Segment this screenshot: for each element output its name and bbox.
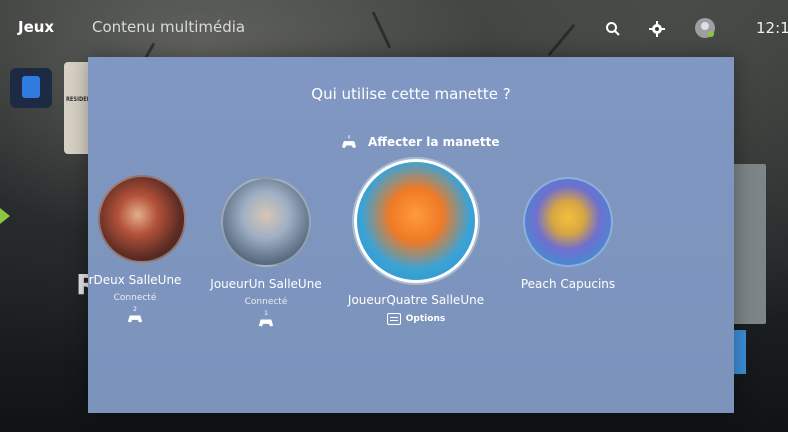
gear-icon[interactable] <box>648 20 666 38</box>
options-label: Options <box>405 314 446 324</box>
user-avatar <box>523 177 613 267</box>
assign-controller-row[interactable]: 4 Affecter la manette <box>340 131 500 153</box>
user-controller: 1 <box>206 310 326 333</box>
controller-icon <box>258 319 274 327</box>
user-card-selected[interactable]: JoueurQuatre SalleUne Options <box>346 159 486 329</box>
controller-user-dialog: Qui utilise cette manette ? 4 Affecter l… <box>88 57 734 413</box>
ps-store-tile[interactable] <box>10 68 52 108</box>
dialog-title: Qui utilise cette manette ? <box>311 85 511 103</box>
user-avatar <box>221 177 311 267</box>
user-card[interactable]: JoueurUn SalleUne Connecté 1 <box>206 177 326 333</box>
options-button[interactable]: Options <box>386 313 446 325</box>
user-card[interactable]: Peach Capucins <box>508 177 628 291</box>
controller-badge: 4 <box>348 135 351 141</box>
top-bar: Jeux Contenu multimédia 12:1 <box>0 0 788 58</box>
user-avatar <box>98 175 186 263</box>
user-name: JoueurQuatre SalleUne <box>347 293 485 307</box>
user-avatar <box>354 159 478 283</box>
user-controller: 2 <box>80 306 190 329</box>
controller-number: 2 <box>133 306 137 313</box>
controller-number: 1 <box>264 310 268 317</box>
search-icon[interactable] <box>604 20 622 38</box>
controller-icon <box>127 315 143 323</box>
store-bag-icon <box>22 76 40 98</box>
user-name: Peach Capucins <box>520 277 616 291</box>
user-status: Connecté <box>244 297 288 307</box>
options-icon <box>386 313 401 325</box>
left-arrow-icon <box>0 208 10 224</box>
user-name: JoueurUn SalleUne <box>210 277 322 291</box>
assign-controller-label: Affecter la manette <box>368 135 500 149</box>
user-card[interactable]: rDeux SalleUne Connecté 2 <box>80 175 190 329</box>
profile-avatar[interactable] <box>694 17 716 39</box>
tab-media[interactable]: Contenu multimédia <box>92 18 245 36</box>
user-status: Connecté <box>113 293 157 303</box>
user-name: rDeux SalleUne <box>88 273 182 287</box>
controller-icon: 4 <box>342 135 356 149</box>
clock: 12:1 <box>756 19 788 37</box>
tab-games[interactable]: Jeux <box>18 18 54 36</box>
